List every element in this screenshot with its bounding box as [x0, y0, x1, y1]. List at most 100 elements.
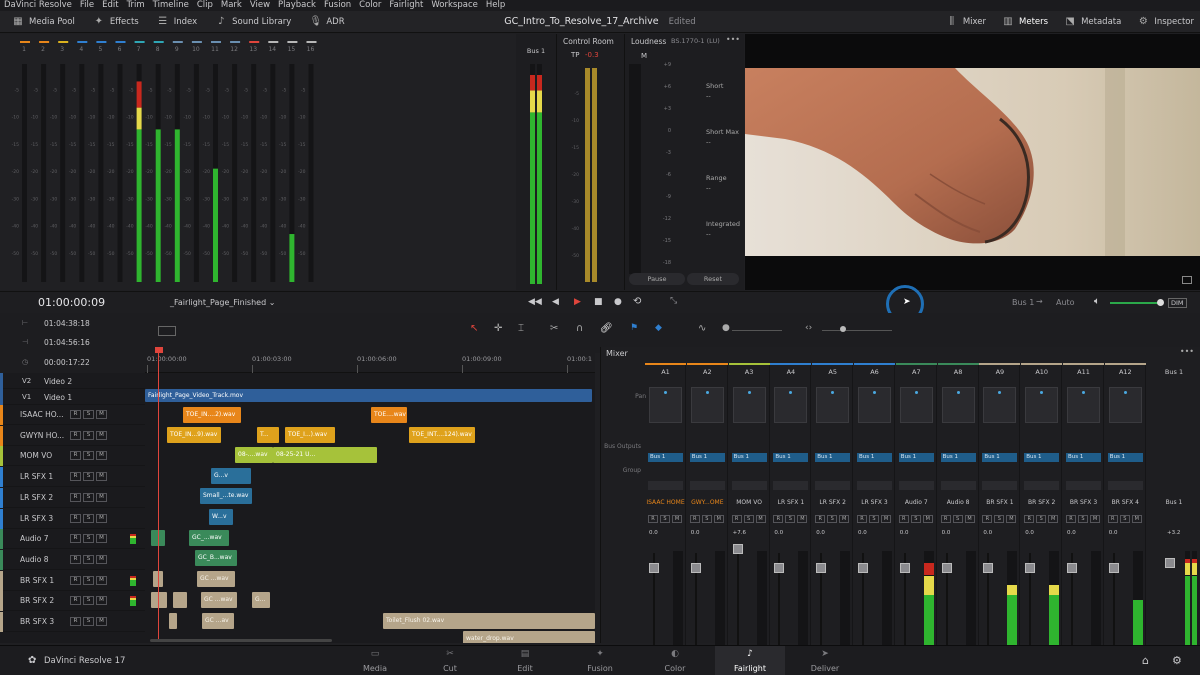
- audio-track-row[interactable]: MOM VO R S M: [0, 446, 145, 467]
- timeline-scrollbar[interactable]: [150, 639, 332, 642]
- index-button[interactable]: ☰ Index: [157, 16, 197, 27]
- menu-fairlight[interactable]: Fairlight: [389, 0, 423, 11]
- speaker-icon[interactable]: 🔈︎: [1094, 296, 1100, 307]
- track-m-button[interactable]: M: [96, 472, 107, 482]
- pan-control[interactable]: [1025, 387, 1059, 423]
- channel-r-button[interactable]: R: [857, 515, 867, 523]
- channel-m-button[interactable]: M: [713, 515, 724, 523]
- track-view-icon[interactable]: [158, 326, 176, 336]
- viewer-resize-icon[interactable]: [1182, 276, 1192, 284]
- audio-track-row[interactable]: BR SFX 1 RSM: [0, 570, 145, 591]
- page-tab-deliver[interactable]: ➤ Deliver: [790, 646, 860, 675]
- channel-s-button[interactable]: S: [785, 515, 796, 523]
- reset-button[interactable]: Reset: [687, 273, 739, 285]
- fader-handle[interactable]: [1108, 563, 1119, 573]
- audio-track-row[interactable]: LR SFX 2 RSM: [0, 487, 145, 508]
- pan-control[interactable]: [899, 387, 933, 423]
- bus-output-assign[interactable]: Bus 1: [982, 453, 1018, 462]
- track-m-button[interactable]: M: [96, 410, 107, 419]
- loudness-options-icon[interactable]: •••: [726, 35, 740, 44]
- group-assign[interactable]: [940, 481, 976, 490]
- bus-output-assign[interactable]: Bus 1: [1107, 453, 1143, 462]
- bus-output-assign[interactable]: Bus 1: [689, 453, 725, 462]
- bus-output-assign[interactable]: Bus 1: [1024, 453, 1060, 462]
- channel-m-button[interactable]: M: [1006, 515, 1017, 523]
- track-r-button[interactable]: R: [70, 534, 81, 544]
- track-s-button[interactable]: S: [83, 492, 94, 502]
- group-assign[interactable]: [857, 481, 892, 490]
- pan-control[interactable]: [941, 387, 975, 423]
- volume-slider[interactable]: [1110, 302, 1160, 304]
- track-r-button[interactable]: R: [70, 410, 81, 419]
- channel-m-button[interactable]: M: [1048, 515, 1059, 523]
- sound-library-button[interactable]: ♪ Sound Library: [215, 16, 291, 27]
- fader-handle[interactable]: [732, 544, 743, 554]
- audio-track-row[interactable]: BR SFX 2 RSM: [0, 591, 145, 612]
- link-icon[interactable]: 🔗︎: [600, 323, 613, 334]
- inspector-button[interactable]: ⚙ Inspector: [1137, 17, 1194, 28]
- track-s-button[interactable]: S: [83, 410, 94, 419]
- channel-r-button[interactable]: R: [648, 515, 658, 523]
- fader-handle[interactable]: [816, 563, 827, 573]
- group-assign[interactable]: [731, 481, 767, 490]
- menu-trim[interactable]: Trim: [127, 0, 145, 11]
- pan-control[interactable]: [816, 387, 850, 423]
- channel-r-button[interactable]: R: [773, 515, 784, 523]
- audio-track-row[interactable]: LR SFX 1 RSM: [0, 467, 145, 488]
- adr-button[interactable]: 🎙︎ ADR: [309, 16, 344, 27]
- video-track-v2[interactable]: V2 Video 2: [0, 373, 145, 389]
- audio-track-row[interactable]: BR SFX 3 RSM: [0, 612, 145, 632]
- track-s-button[interactable]: S: [83, 430, 94, 440]
- track-s-button[interactable]: S: [83, 575, 94, 585]
- menu-fusion[interactable]: Fusion: [324, 0, 351, 11]
- razor-icon[interactable]: ✂: [550, 323, 558, 334]
- bus-output-assign[interactable]: Bus 1: [940, 453, 976, 462]
- audio-track-row[interactable]: ISAAC HO... R S M: [0, 405, 145, 425]
- menu-clip[interactable]: Clip: [197, 0, 213, 11]
- bus-output-assign[interactable]: Bus 1: [648, 453, 683, 462]
- track-m-button[interactable]: M: [96, 534, 107, 544]
- page-tab-media[interactable]: ▭ Media: [340, 646, 410, 675]
- group-assign[interactable]: [648, 481, 683, 490]
- group-assign[interactable]: [815, 481, 851, 490]
- audio-track-row[interactable]: Audio 7 RSM: [0, 529, 145, 550]
- track-m-button[interactable]: M: [96, 513, 107, 523]
- playhead-handle[interactable]: [155, 347, 163, 353]
- zoom-slider-1[interactable]: [732, 330, 782, 331]
- pan-control[interactable]: [774, 387, 808, 423]
- bus-output-assign[interactable]: Bus 1: [773, 453, 809, 462]
- pan-control[interactable]: [1067, 387, 1100, 423]
- jog-icon[interactable]: ⤡: [670, 296, 677, 306]
- channel-r-button[interactable]: R: [898, 515, 909, 523]
- fader-handle[interactable]: [1067, 563, 1077, 573]
- video-track-v1[interactable]: V1 Video 1: [0, 389, 145, 405]
- menu-playback[interactable]: Playback: [278, 0, 316, 11]
- track-s-button[interactable]: S: [83, 513, 94, 523]
- fader-handle[interactable]: [1025, 563, 1036, 573]
- group-assign[interactable]: [773, 481, 809, 490]
- dim-button[interactable]: DIM: [1168, 298, 1187, 308]
- channel-m-button[interactable]: M: [839, 515, 850, 523]
- channel-r-button[interactable]: R: [689, 515, 700, 523]
- stop-back-button[interactable]: ◀: [552, 297, 559, 307]
- effects-button[interactable]: ✦ Effects: [93, 16, 139, 27]
- group-assign[interactable]: [1107, 481, 1143, 490]
- channel-s-button[interactable]: S: [910, 515, 921, 523]
- track-r-button[interactable]: R: [70, 513, 81, 523]
- menu-view[interactable]: View: [250, 0, 270, 11]
- stop-button[interactable]: ■: [594, 297, 603, 307]
- pan-control[interactable]: [649, 387, 682, 423]
- pan-control[interactable]: [1108, 387, 1142, 423]
- media-pool-button[interactable]: ▦ Media Pool: [12, 16, 75, 27]
- bus-selector[interactable]: Bus 1: [1012, 298, 1034, 307]
- audio-track-row[interactable]: Audio 8 RSM: [0, 549, 145, 570]
- track-r-button[interactable]: R: [70, 575, 81, 585]
- track-r-button[interactable]: R: [70, 596, 81, 606]
- menu-workspace[interactable]: Workspace: [431, 0, 477, 11]
- zoom-arrows-icon[interactable]: ‹›: [805, 323, 812, 333]
- track-s-button[interactable]: S: [83, 451, 94, 461]
- fader-handle[interactable]: [649, 563, 659, 573]
- meters-button[interactable]: ▥ Meters: [1002, 17, 1048, 28]
- channel-r-button[interactable]: R: [731, 515, 742, 523]
- channel-s-button[interactable]: S: [660, 515, 670, 523]
